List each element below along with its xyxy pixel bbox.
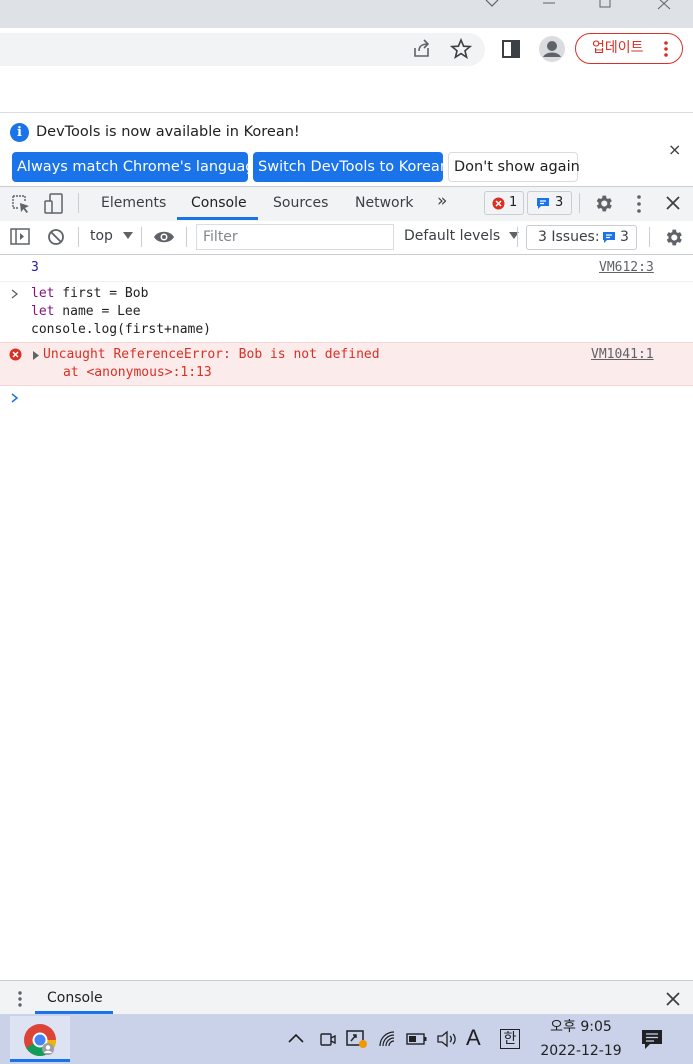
context-label: top	[90, 228, 113, 244]
minimize-icon[interactable]	[542, 0, 556, 6]
star-icon[interactable]	[450, 38, 472, 60]
camera-icon[interactable]	[318, 1030, 336, 1048]
drawer-tab-console[interactable]: Console	[47, 990, 103, 1006]
toolbar-separator	[141, 227, 142, 247]
message-count-badge[interactable]: 3	[527, 191, 572, 215]
result-value: 3	[31, 260, 39, 275]
keyword: let	[31, 304, 55, 319]
input-prompt-icon	[11, 289, 19, 299]
screen-share-icon[interactable]	[346, 1029, 368, 1049]
error-stack: at <anonymous>:1:13	[63, 365, 212, 380]
console-prompt-row[interactable]	[0, 388, 693, 410]
battery-icon[interactable]	[406, 1032, 428, 1046]
error-count-badge[interactable]: 1	[484, 191, 524, 215]
error-source-link[interactable]: VM1041:1	[591, 346, 654, 364]
ime-language-indicator[interactable]: 한	[500, 1029, 520, 1049]
side-panel-icon[interactable]	[500, 38, 522, 60]
error-icon	[9, 348, 22, 361]
live-expression-eye-icon[interactable]	[153, 229, 175, 245]
close-window-icon[interactable]	[656, 0, 672, 10]
taskbar-clock[interactable]: 오후 9:05 2022-12-19	[534, 1017, 628, 1061]
more-tabs-icon[interactable]: »	[437, 191, 447, 211]
active-app-indicator	[10, 1059, 70, 1062]
drawer-menu-icon[interactable]	[17, 990, 23, 1008]
notification-center-icon[interactable]	[641, 1029, 663, 1051]
console-result-row: 3 VM612:3	[0, 257, 693, 282]
chrome-icon	[24, 1024, 57, 1057]
dont-show-again-button[interactable]: Don't show again	[448, 152, 580, 182]
chevron-down-icon[interactable]	[484, 0, 500, 8]
keyword: let	[31, 286, 55, 301]
toolbar-separator	[186, 227, 187, 247]
inspect-element-icon[interactable]	[11, 194, 31, 214]
show-hidden-icons-chevron-icon[interactable]	[288, 1033, 304, 1043]
message-icon	[603, 232, 615, 243]
expand-triangle-icon[interactable]	[33, 351, 40, 360]
error-icon	[492, 197, 505, 210]
code-text: console.log(first+name)	[31, 322, 212, 337]
taskbar-chrome-button[interactable]	[10, 1016, 70, 1062]
input-line: let name = Lee	[31, 303, 141, 321]
ime-mode-indicator[interactable]: A	[466, 1025, 481, 1051]
toolbar-separator	[78, 193, 79, 213]
context-selector[interactable]: top	[90, 228, 134, 244]
error-count: 1	[509, 195, 518, 210]
prompt-chevron-icon	[11, 393, 19, 403]
log-levels-label: Default levels	[404, 228, 501, 244]
result-source-link[interactable]: VM612:3	[599, 259, 654, 277]
clock-date: 2022-12-19	[540, 1043, 622, 1059]
dropdown-arrow-icon	[123, 232, 134, 239]
tab-elements[interactable]: Elements	[101, 195, 166, 211]
toolbar-separator	[649, 227, 650, 247]
settings-gear-icon[interactable]	[593, 193, 614, 214]
tab-console[interactable]: Console	[191, 195, 247, 211]
tab-network[interactable]: Network	[355, 195, 413, 211]
volume-icon[interactable]	[436, 1030, 458, 1048]
input-line: console.log(first+name)	[31, 321, 211, 339]
code-text: name = Lee	[54, 304, 141, 319]
page-divider	[0, 112, 693, 113]
share-icon[interactable]	[411, 38, 433, 60]
sidebar-toggle-icon[interactable]	[10, 228, 30, 246]
log-levels-dropdown[interactable]: Default levels	[404, 228, 519, 244]
console-input-entry: let first = Bob let name = Lee console.l…	[0, 284, 693, 340]
menu-dots-icon[interactable]	[664, 40, 668, 58]
more-options-icon[interactable]	[635, 194, 643, 214]
tab-sources[interactable]: Sources	[273, 195, 328, 211]
device-toolbar-icon[interactable]	[43, 193, 65, 215]
toolbar-separator	[78, 227, 79, 247]
clear-console-icon[interactable]	[47, 228, 65, 246]
switch-devtools-korean-button[interactable]: Switch DevTools to Korean	[253, 152, 449, 182]
issues-count: 3	[620, 229, 629, 245]
issues-button[interactable]: 3 Issues: 3	[526, 225, 637, 250]
error-message: Uncaught ReferenceError: Bob is not defi…	[43, 347, 380, 362]
code-text: first = Bob	[54, 286, 149, 301]
issues-label: 3 Issues:	[538, 229, 600, 245]
devtools-drawer: Console	[0, 980, 693, 1015]
infobar-close-icon[interactable]: ×	[668, 140, 681, 159]
window-titlebar	[0, 0, 693, 28]
restore-icon[interactable]	[598, 0, 614, 10]
close-devtools-icon[interactable]	[666, 196, 680, 210]
console-error-row: Uncaught ReferenceError: Bob is not defi…	[0, 342, 693, 386]
input-line: let first = Bob	[31, 285, 148, 303]
toolbar-separator	[579, 193, 580, 213]
always-match-language-button[interactable]: Always match Chrome's language	[12, 152, 263, 182]
clock-time: 오후 9:05	[550, 1019, 612, 1035]
info-icon: i	[10, 123, 29, 142]
wifi-icon[interactable]	[378, 1030, 398, 1048]
filter-input[interactable]: Filter	[196, 224, 394, 250]
update-button-label: 업데이트	[592, 40, 644, 56]
toolbar-separator	[517, 227, 518, 247]
profile-icon[interactable]	[538, 35, 566, 63]
message-count: 3	[555, 195, 564, 210]
message-icon	[537, 198, 549, 209]
drawer-close-icon[interactable]	[666, 992, 680, 1006]
active-tab-indicator	[177, 217, 258, 220]
console-settings-gear-icon[interactable]	[663, 227, 684, 248]
infobar-message: DevTools is now available in Korean!	[36, 124, 300, 140]
